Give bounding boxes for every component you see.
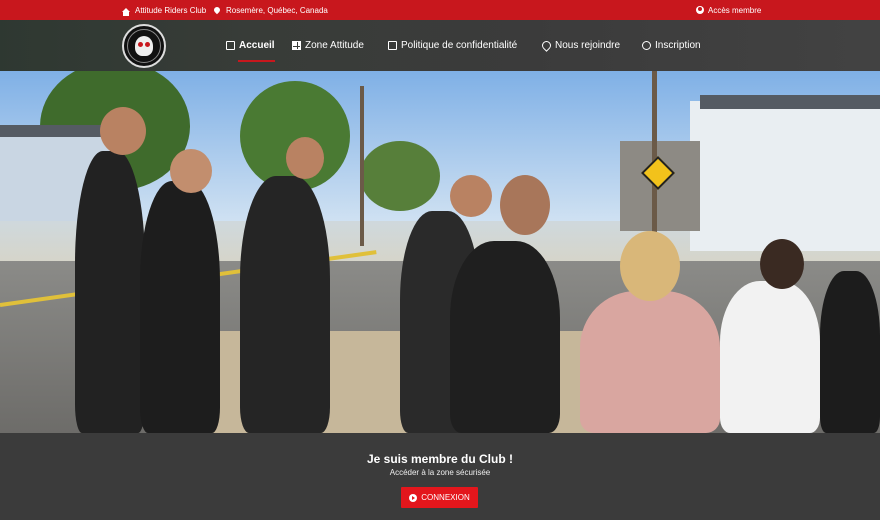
hero-photo — [0, 71, 880, 433]
member-access-link[interactable]: Accès membre — [696, 0, 761, 20]
location-text: Rosemère, Québec, Canada — [226, 5, 328, 15]
nav-label: Nous rejoindre — [555, 40, 621, 51]
map-pin-icon — [540, 39, 553, 52]
user-plus-icon — [642, 41, 651, 50]
main-navbar: Accueil Zone Attitude Politique de confi… — [0, 20, 880, 71]
map-pin-icon — [212, 5, 222, 15]
skull-icon — [135, 36, 153, 56]
home-icon — [122, 8, 130, 16]
login-button-label: CONNEXION — [421, 493, 470, 502]
lock-icon — [388, 41, 397, 50]
home-icon — [226, 41, 235, 50]
member-access-label: Accès membre — [708, 5, 762, 15]
nav-item-inscription[interactable]: Inscription — [642, 20, 701, 71]
nav-label: Inscription — [655, 40, 701, 51]
nav-item-zone-attitude[interactable]: Zone Attitude — [292, 20, 364, 71]
nav-label: Politique de confidentialité — [401, 40, 518, 51]
nav-label: Accueil — [239, 40, 275, 51]
nav-item-politique[interactable]: Politique de confidentialité — [388, 20, 517, 71]
club-logo[interactable] — [122, 24, 166, 68]
nav-item-nous-rejoindre[interactable]: Nous rejoindre — [540, 20, 621, 71]
arrow-right-circle-icon — [409, 493, 418, 502]
banner-subtitle: Accéder à la zone sécurisée — [389, 468, 491, 477]
location-info: Rosemère, Québec, Canada — [212, 0, 328, 20]
login-button[interactable]: CONNEXION — [401, 487, 478, 508]
nav-item-accueil[interactable]: Accueil — [226, 20, 275, 71]
nav-label: Zone Attitude — [305, 40, 364, 51]
top-bar: Attitude Riders Club Rosemère, Québec, C… — [0, 0, 880, 20]
club-name: Attitude Riders Club — [135, 5, 207, 15]
member-banner: Je suis membre du Club ! Accéder à la zo… — [0, 433, 880, 520]
grid-icon — [292, 41, 301, 50]
user-icon — [696, 6, 704, 14]
banner-title: Je suis membre du Club ! — [366, 452, 514, 466]
club-home-link[interactable]: Attitude Riders Club — [122, 0, 206, 20]
